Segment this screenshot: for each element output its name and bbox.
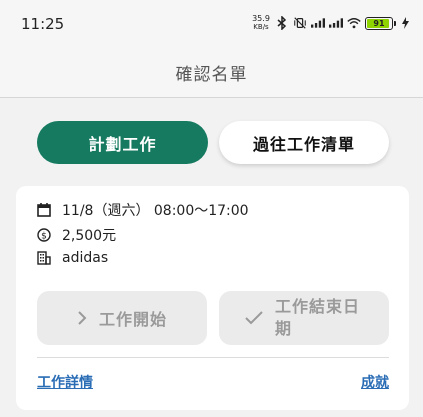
job-date-text: 11/8（週六） 08:00〜17:00 bbox=[62, 203, 249, 219]
dollar-coin-icon: $ bbox=[36, 227, 52, 243]
signal-2-icon bbox=[329, 16, 343, 30]
net-speed: 35.9 KB/s bbox=[251, 14, 271, 32]
checkmark-icon bbox=[245, 311, 263, 325]
status-bar: 11:25 35.9 KB/s 91 bbox=[0, 0, 423, 48]
tab-planned-work[interactable]: 計劃工作 bbox=[37, 121, 208, 164]
page-title: 確認名單 bbox=[175, 65, 248, 85]
net-speed-unit: KB/s bbox=[253, 23, 269, 31]
job-company-row: adidas bbox=[36, 250, 108, 266]
job-date-row: 11/8（週六） 08:00〜17:00 bbox=[36, 200, 249, 220]
wifi-icon bbox=[347, 16, 361, 30]
battery-icon: 91 bbox=[365, 16, 396, 30]
app-bar: 確認名單 bbox=[0, 48, 423, 98]
job-pay-row: $ 2,500元 bbox=[36, 225, 116, 245]
vibrate-off-icon bbox=[293, 16, 307, 30]
job-card: 11/8（週六） 08:00〜17:00 $ 2,500元 adidas 工作開… bbox=[16, 186, 409, 410]
job-pay-text: 2,500元 bbox=[62, 228, 117, 244]
card-divider bbox=[37, 357, 389, 358]
end-work-date-label: 工作結束日期 bbox=[275, 297, 361, 338]
end-work-date-button[interactable]: 工作結束日期 bbox=[219, 291, 389, 345]
svg-text:$: $ bbox=[41, 232, 47, 242]
start-work-button[interactable]: 工作開始 bbox=[37, 291, 207, 345]
chevron-right-icon bbox=[77, 311, 87, 325]
net-speed-value: 35.9 bbox=[252, 14, 270, 23]
calendar-icon bbox=[36, 202, 52, 218]
job-details-link[interactable]: 工作詳情 bbox=[37, 372, 93, 392]
tab-past-work-list[interactable]: 過往工作清單 bbox=[219, 121, 389, 164]
bluetooth-icon bbox=[275, 16, 289, 30]
job-company-text: adidas bbox=[62, 250, 109, 266]
signal-icon bbox=[311, 16, 325, 30]
start-work-label: 工作開始 bbox=[98, 310, 167, 329]
achievement-link[interactable]: 成就 bbox=[361, 372, 389, 392]
status-icons: 35.9 KB/s 91 bbox=[251, 13, 409, 33]
charging-icon bbox=[401, 16, 409, 30]
building-icon bbox=[36, 250, 52, 266]
battery-level: 91 bbox=[373, 18, 385, 28]
status-time: 11:25 bbox=[21, 15, 65, 33]
